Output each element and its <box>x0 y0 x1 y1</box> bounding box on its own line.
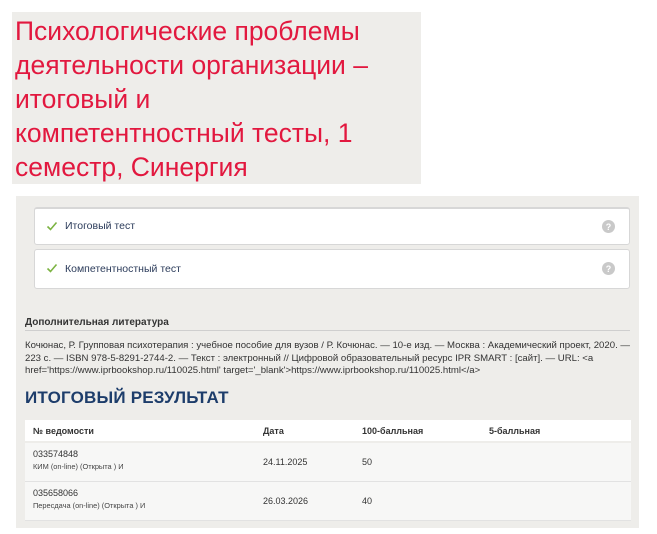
sheet-type: Пересдача (on-line) (Открыта ) И <box>33 501 146 510</box>
table-header: № ведомости Дата 100-балльная 5-балльная <box>25 420 631 441</box>
sheet-number: 035658066 <box>33 488 79 498</box>
test-card-final[interactable]: Итоговый тест ? <box>34 207 630 245</box>
literature-heading: Дополнительная литература <box>25 317 630 331</box>
title-banner: Психологические проблемы деятельности ор… <box>12 12 421 184</box>
results-table: № ведомости Дата 100-балльная 5-балльная… <box>25 420 631 521</box>
column-header: 5-балльная <box>489 426 541 436</box>
result-heading: ИТОГОВЫЙ РЕЗУЛЬТАТ <box>25 388 229 407</box>
course-panel: Итоговый тест ? Компетентностный тест ? … <box>16 196 639 528</box>
check-icon <box>46 263 58 273</box>
column-header: № ведомости <box>33 426 94 436</box>
test-card-competence[interactable]: Компетентностный тест ? <box>34 249 630 289</box>
check-icon <box>46 221 58 231</box>
score-100: 40 <box>362 496 373 506</box>
page-title: Психологические проблемы деятельности ор… <box>15 16 368 182</box>
literature-text: Кочюнас, Р. Групповая психотерапия : уче… <box>25 340 630 376</box>
sheet-type: КИМ (on-line) (Открыта ) И <box>33 462 124 471</box>
table-row: 033574848 КИМ (on-line) (Открыта ) И 24.… <box>25 443 631 482</box>
test-label: Итоговый тест <box>65 220 136 232</box>
help-icon[interactable]: ? <box>602 220 615 233</box>
sheet-date: 24.11.2025 <box>263 457 308 467</box>
sheet-number: 033574848 <box>33 449 79 459</box>
column-header: 100-балльная <box>362 426 424 436</box>
help-icon[interactable]: ? <box>602 262 615 275</box>
sheet-date: 26.03.2026 <box>263 496 309 506</box>
score-100: 50 <box>362 457 373 467</box>
table-row: 035658066 Пересдача (on-line) (Открыта )… <box>25 482 631 521</box>
test-label: Компетентностный тест <box>65 263 181 275</box>
column-header: Дата <box>263 426 284 436</box>
